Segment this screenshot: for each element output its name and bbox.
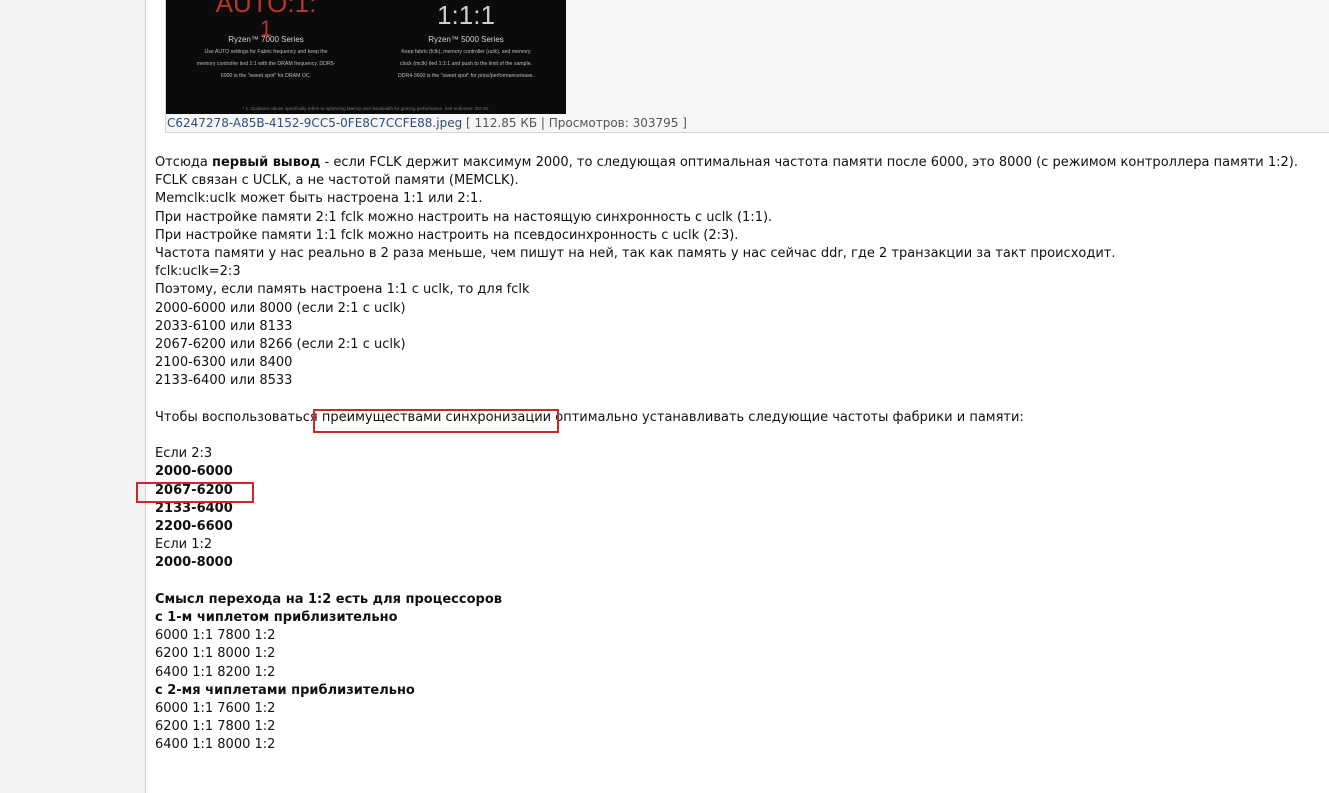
attachment-image[interactable]: AUTO:1: 1 Ryzen™ 7000 Series Use AUTO se… xyxy=(166,0,566,114)
post-line: Отсюда первый вывод - если FCLK держит м… xyxy=(155,155,1298,170)
post-line: 2067-6200 или 8266 (если 2:1 с uclk) xyxy=(155,337,406,353)
promo-left-desc: Use AUTO settings for Fabric frequency a… xyxy=(196,49,336,79)
promo-right-ratio: 1:1:1 xyxy=(437,0,495,30)
post-line: Частота памяти у нас реально в 2 раза ме… xyxy=(155,246,1116,262)
post-line: Поэтому, если память настроена 1:1 с ucl… xyxy=(155,282,530,298)
post-line: 6000 1:1 7800 1:2 xyxy=(155,628,276,644)
post-line: 6000 1:1 7600 1:2 xyxy=(155,701,276,717)
post-line-bold: 2067-6200 xyxy=(155,482,233,498)
promo-right-series: Ryzen™ 5000 Series xyxy=(428,35,504,44)
post-line: Если 2:3 xyxy=(155,446,213,462)
post-line: Чтобы воспользоваться преимуществами син… xyxy=(155,409,1024,425)
post-line: При настройке памяти 2:1 fclk можно наст… xyxy=(155,209,773,225)
attachment-caption: C6247278-A85B-4152-9CC5-0FE8C7CCFE88.jpe… xyxy=(167,116,687,130)
post-line: 6200 1:1 8000 1:2 xyxy=(155,646,276,662)
post-line: Если 1:2 xyxy=(155,537,213,553)
post-line-bold: 2000-6000 xyxy=(155,464,233,480)
post-line: 2000-6000 или 8000 (если 2:1 с uclk) xyxy=(155,300,406,316)
post-line: FCLK связан с UCLK, а не частотой памяти… xyxy=(155,173,519,189)
attachment-file-link[interactable]: C6247278-A85B-4152-9CC5-0FE8C7CCFE88.jpe… xyxy=(167,116,462,130)
post-heading: Смысл перехода на 1:2 есть для процессор… xyxy=(155,591,502,607)
promo-right-desc: Keep fabric (fclk), memory controller (u… xyxy=(397,49,535,79)
post-line: 6400 1:1 8000 1:2 xyxy=(155,737,276,753)
left-gutter xyxy=(0,0,146,793)
post-line-bold: 2133-6400 xyxy=(155,500,233,516)
post-line: 2133-6400 или 8533 xyxy=(155,373,293,389)
post-line: 2100-6300 или 8400 xyxy=(155,355,293,371)
post-line: При настройке памяти 1:1 fclk можно наст… xyxy=(155,227,739,243)
promo-footnote: * 1. Guidance above specifically refers … xyxy=(242,106,490,111)
post-line: Memclk:uclk может быть настроена 1:1 или… xyxy=(155,191,483,207)
attachment-meta: [ 112.85 КБ | Просмотров: 303795 ] xyxy=(462,116,687,130)
bold-phrase: первый вывод xyxy=(211,155,321,170)
post-heading: с 1-м чиплетом приблизительно xyxy=(155,610,398,626)
post-line: 6200 1:1 7800 1:2 xyxy=(155,719,276,735)
post-line-bold: 2000-8000 xyxy=(155,555,233,571)
post-heading: с 2-мя чиплетами приблизительно xyxy=(155,682,415,698)
post-line-bold: 2200-6600 xyxy=(155,519,233,535)
post-line: fclk:uclk=2:3 xyxy=(155,264,241,280)
post-line: 2033-6100 или 8133 xyxy=(155,318,293,334)
promo-left-ratio: AUTO:1: xyxy=(215,0,317,18)
post-line: 6400 1:1 8200 1:2 xyxy=(155,664,276,680)
promo-left-series: Ryzen™ 7000 Series xyxy=(228,35,304,44)
post-body: Отсюда первый вывод - если FCLK держит м… xyxy=(155,154,1315,755)
